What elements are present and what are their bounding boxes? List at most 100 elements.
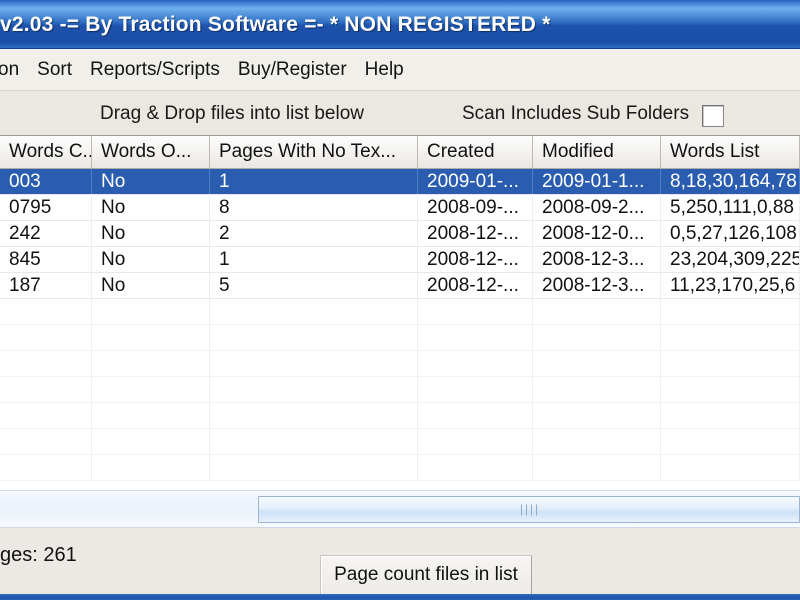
table-cell: 187 — [0, 273, 92, 298]
table-cell-empty — [661, 455, 800, 480]
table-cell-empty — [92, 325, 210, 350]
horizontal-scrollbar[interactable] — [0, 490, 800, 528]
table-cell: 2008-09-... — [418, 195, 533, 220]
table-cell-empty — [661, 299, 800, 324]
table-cell-empty — [92, 299, 210, 324]
column-header-words-c[interactable]: Words C... — [0, 136, 92, 168]
menu-bar: on Sort Reports/Scripts Buy/Register Help — [0, 49, 800, 91]
menu-item-on[interactable]: on — [0, 57, 28, 83]
table-cell-empty — [418, 325, 533, 350]
table-cell: 11,23,170,25,6 — [661, 273, 800, 298]
table-cell: 8,18,30,164,78 — [661, 169, 800, 194]
table-row[interactable]: 003 No 1 2009-01-... 2009-01-1... 8,18,30,164… — [0, 169, 800, 195]
title-bar: v2.03 -= By Traction Software =- * NON R… — [0, 0, 800, 49]
table-cell-empty — [0, 377, 92, 402]
table-cell-empty — [533, 299, 661, 324]
table-row[interactable]: 845 No 1 2008-12-... 2008-12-3... 23,204,309,… — [0, 247, 800, 273]
table-cell-empty — [0, 325, 92, 350]
table-cell-empty — [210, 455, 418, 480]
table-row-empty[interactable] — [0, 351, 800, 377]
table-cell-empty — [210, 429, 418, 454]
table-cell: 5,250,111,0,88 — [661, 195, 800, 220]
table-cell-empty — [533, 403, 661, 428]
menu-item-buy-register[interactable]: Buy/Register — [229, 57, 356, 83]
table-cell-empty — [92, 429, 210, 454]
table-cell-empty — [418, 299, 533, 324]
table-cell: No — [92, 247, 210, 272]
table-row[interactable]: 0795 No 8 2008-09-... 2008-09-2... 5,250,111,… — [0, 195, 800, 221]
table-row-empty[interactable] — [0, 429, 800, 455]
table-row[interactable]: 187 No 5 2008-12-... 2008-12-3... 11,23,170,2… — [0, 273, 800, 299]
table-cell: 003 — [0, 169, 92, 194]
table-cell-empty — [661, 351, 800, 376]
table-cell: 2008-12-... — [418, 247, 533, 272]
column-header-modified[interactable]: Modified — [533, 136, 661, 168]
table-cell-empty — [533, 325, 661, 350]
table-row[interactable]: 242 No 2 2008-12-... 2008-12-0... 0,5,27,126,… — [0, 221, 800, 247]
table-cell: 2008-12-... — [418, 273, 533, 298]
page-count-files-button[interactable]: Page count files in list — [320, 555, 532, 595]
table-cell: 2008-12-... — [418, 221, 533, 246]
column-header-created[interactable]: Created — [418, 136, 533, 168]
table-cell: 2009-01-1... — [533, 169, 661, 194]
table-cell-empty — [661, 429, 800, 454]
scrollbar-grip-icon — [521, 504, 537, 515]
horizontal-scrollbar-thumb[interactable] — [258, 496, 800, 523]
table-row-empty[interactable] — [0, 299, 800, 325]
application-window: v2.03 -= By Traction Software =- * NON R… — [0, 0, 800, 600]
table-cell: No — [92, 169, 210, 194]
table-cell-empty — [661, 403, 800, 428]
table-cell-empty — [92, 351, 210, 376]
table-cell-empty — [418, 455, 533, 480]
list-body: 003 No 1 2009-01-... 2009-01-1... 8,18,30,164… — [0, 169, 800, 481]
window-title: v2.03 -= By Traction Software =- * NON R… — [0, 13, 551, 36]
table-cell-empty — [533, 429, 661, 454]
total-pages-status: ges: 261 — [0, 544, 77, 566]
scan-subfolders-label: Scan Includes Sub Folders — [462, 103, 690, 124]
table-cell-empty — [92, 403, 210, 428]
table-cell-empty — [210, 351, 418, 376]
table-cell-empty — [533, 377, 661, 402]
table-cell-empty — [92, 377, 210, 402]
table-cell: 1 — [210, 247, 418, 272]
table-cell: 8 — [210, 195, 418, 220]
column-header-words-o[interactable]: Words O... — [92, 136, 210, 168]
menu-item-help[interactable]: Help — [356, 57, 413, 83]
table-cell-empty — [92, 455, 210, 480]
table-row-empty[interactable] — [0, 377, 800, 403]
table-cell-empty — [0, 429, 92, 454]
table-cell-empty — [533, 351, 661, 376]
table-cell-empty — [533, 455, 661, 480]
table-cell-empty — [210, 325, 418, 350]
menu-item-sort[interactable]: Sort — [28, 57, 81, 83]
table-row-empty[interactable] — [0, 325, 800, 351]
column-header-pages-with-no-tex[interactable]: Pages With No Tex... — [210, 136, 418, 168]
table-cell-empty — [0, 455, 92, 480]
table-cell: No — [92, 273, 210, 298]
table-cell-empty — [0, 403, 92, 428]
table-cell: 845 — [0, 247, 92, 272]
toolbar-strip: Drag & Drop files into list below Scan I… — [0, 91, 800, 135]
table-cell: 2009-01-... — [418, 169, 533, 194]
table-cell: 2008-09-2... — [533, 195, 661, 220]
table-cell-empty — [0, 351, 92, 376]
table-cell: 0,5,27,126,108 — [661, 221, 800, 246]
table-cell: 2008-12-0... — [533, 221, 661, 246]
table-cell-empty — [210, 403, 418, 428]
table-cell: 1 — [210, 169, 418, 194]
column-header-words-list[interactable]: Words List — [661, 136, 800, 168]
table-cell-empty — [661, 377, 800, 402]
table-row-empty[interactable] — [0, 455, 800, 481]
table-cell: 242 — [0, 221, 92, 246]
table-cell: 2 — [210, 221, 418, 246]
table-cell: 2008-12-3... — [533, 273, 661, 298]
table-cell: No — [92, 195, 210, 220]
table-cell-empty — [418, 403, 533, 428]
menu-item-reports-scripts[interactable]: Reports/Scripts — [81, 57, 229, 83]
table-row-empty[interactable] — [0, 403, 800, 429]
scan-subfolders-checkbox[interactable] — [702, 105, 724, 127]
file-list-view[interactable]: Words C... Words O... Pages With No Tex...… — [0, 135, 800, 490]
table-cell-empty — [210, 377, 418, 402]
table-cell-empty — [661, 325, 800, 350]
table-cell: 0795 — [0, 195, 92, 220]
